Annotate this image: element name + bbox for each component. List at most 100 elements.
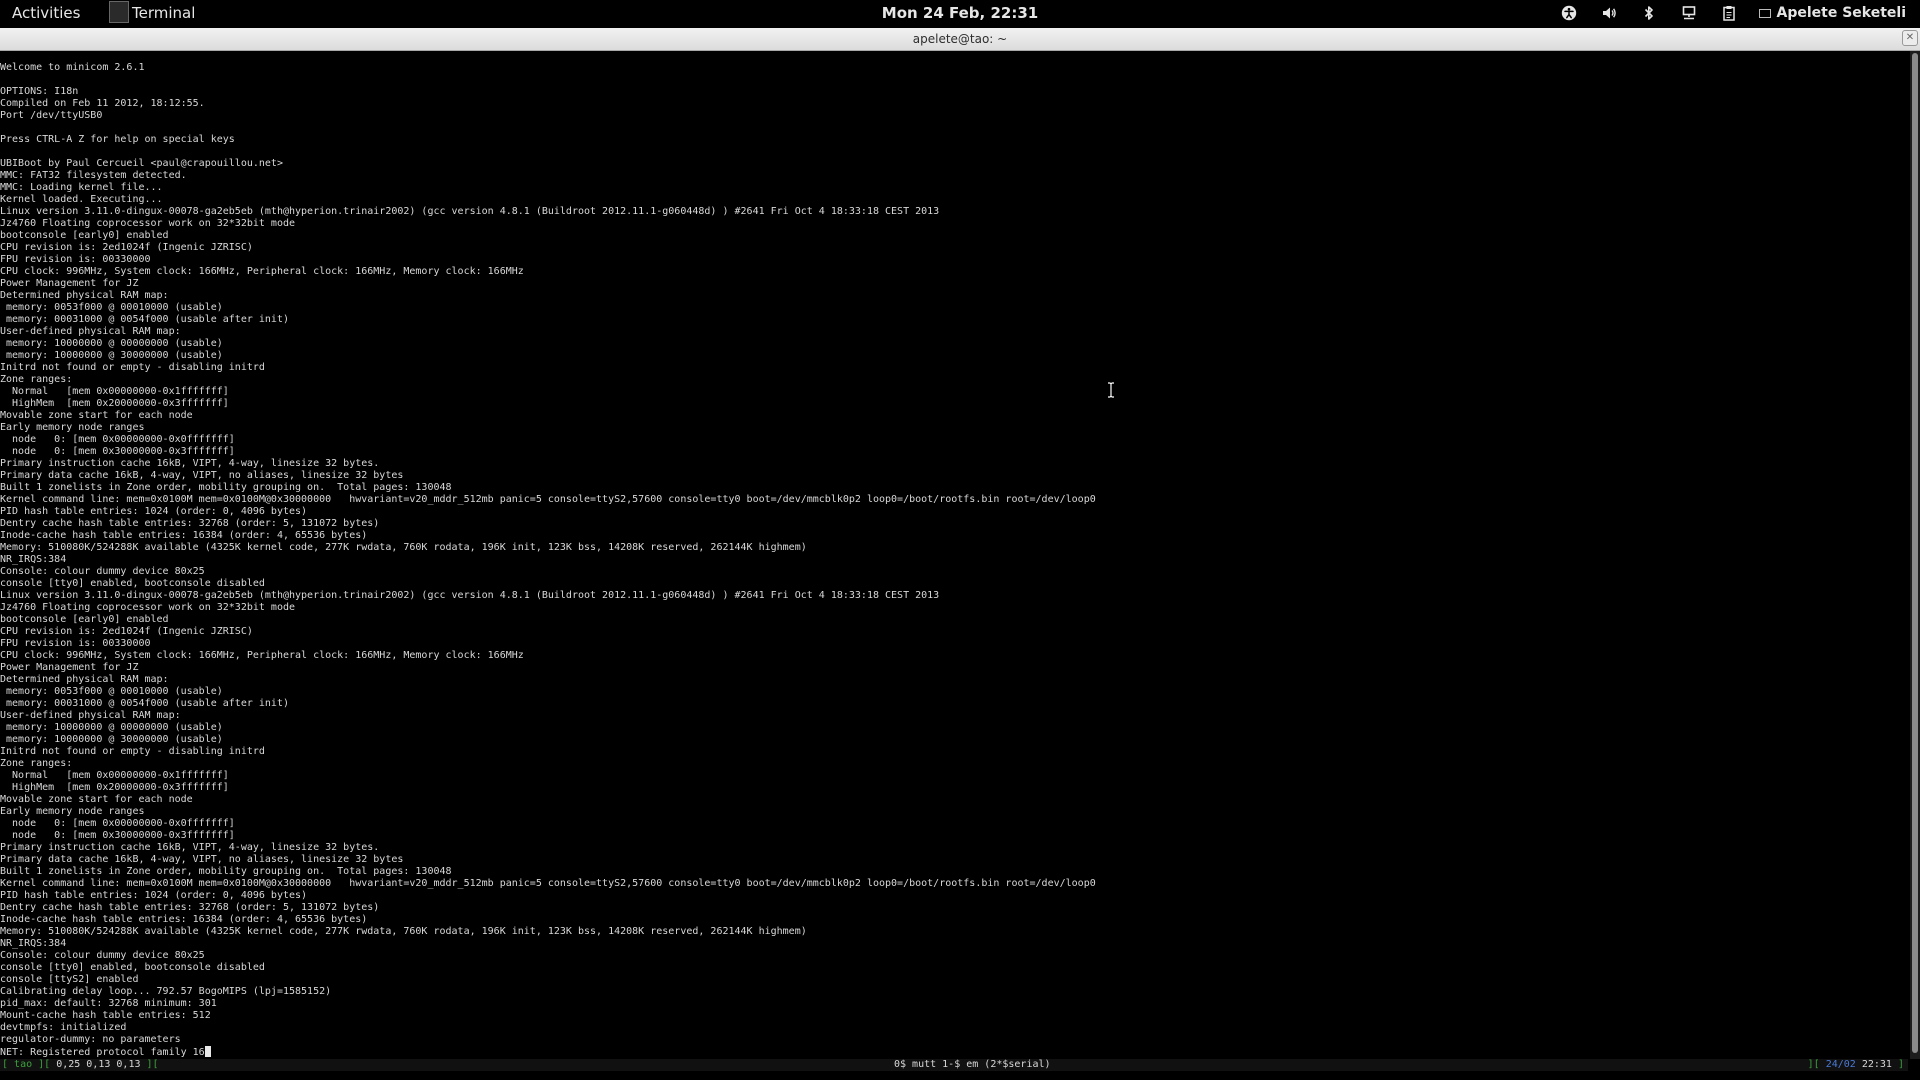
- terminal-line: Movable zone start for each node: [0, 794, 193, 805]
- terminal-line: node 0: [mem 0x30000000-0x3fffffff]: [0, 446, 235, 457]
- terminal-line: Memory: 510080K/524288K available (4325K…: [0, 542, 807, 553]
- terminal-line: Dentry cache hash table entries: 32768 (…: [0, 902, 380, 913]
- status-right: ][ 24/02 22:31 ]: [1807, 1059, 1904, 1070]
- terminal-line: memory: 00031000 @ 0054f000 (usable afte…: [0, 698, 289, 709]
- terminal-line: Normal [mem 0x00000000-0x1fffffff]: [0, 386, 229, 397]
- terminal-line: OPTIONS: I18n: [0, 86, 79, 97]
- terminal-line: Mount-cache hash table entries: 512: [0, 1010, 211, 1021]
- status-load: 0,25 0,13 0,13: [56, 1059, 141, 1070]
- terminal-line: UBIBoot by Paul Cercueil <paul@crapouill…: [0, 158, 283, 169]
- mouse-ibeam-icon: [1108, 382, 1114, 398]
- terminal-line: Movable zone start for each node: [0, 410, 193, 421]
- terminal-line: HighMem [mem 0x20000000-0x3fffffff]: [0, 782, 229, 793]
- terminal-line: Inode-cache hash table entries: 16384 (o…: [0, 530, 368, 541]
- chat-status-icon: [1758, 8, 1771, 18]
- terminal-line: Console: colour dummy device 80x25: [0, 566, 205, 577]
- terminal-line: Console: colour dummy device 80x25: [0, 950, 205, 961]
- terminal-line: Jz4760 Floating coprocessor work on 32*3…: [0, 602, 296, 613]
- window-titlebar[interactable]: apelete@tao: ~ ✕: [0, 28, 1920, 51]
- terminal-line: Normal [mem 0x00000000-0x1fffffff]: [0, 770, 229, 781]
- terminal-line: node 0: [mem 0x00000000-0x0fffffff]: [0, 434, 235, 445]
- terminal-scrollbar[interactable]: [1910, 51, 1920, 1059]
- status-left: [ tao ][ 0,25 0,13 0,13 ][: [2, 1059, 159, 1070]
- close-icon[interactable]: ✕: [1902, 30, 1918, 46]
- terminal-line: Linux version 3.11.0-dingux-00078-ga2eb5…: [0, 206, 940, 217]
- terminal-line: Kernel loaded. Executing...: [0, 194, 163, 205]
- terminal-line: NET: Registered protocol family 16: [0, 1046, 1908, 1058]
- terminal-line: Built 1 zonelists in Zone order, mobilit…: [0, 482, 452, 493]
- terminal-line: FPU revision is: 00330000: [0, 254, 151, 265]
- terminal-line: Determined physical RAM map:: [0, 674, 169, 685]
- terminal-line: Memory: 510080K/524288K available (4325K…: [0, 926, 807, 937]
- volume-icon[interactable]: [1599, 3, 1619, 23]
- terminal-line: CPU revision is: 2ed1024f (Ingenic JZRIS…: [0, 626, 253, 637]
- terminal-line: CPU clock: 996MHz, System clock: 166MHz,…: [0, 266, 524, 277]
- network-icon[interactable]: [1679, 3, 1699, 23]
- terminal-line: Primary data cache 16kB, 4-way, VIPT, no…: [0, 854, 404, 865]
- terminal-line: HighMem [mem 0x20000000-0x3fffffff]: [0, 398, 229, 409]
- terminal-line: regulator-dummy: no parameters: [0, 1034, 181, 1045]
- terminal-line: Linux version 3.11.0-dingux-00078-ga2eb5…: [0, 590, 940, 601]
- terminal-line: FPU revision is: 00330000: [0, 638, 151, 649]
- terminal-line: Calibrating delay loop... 792.57 BogoMIP…: [0, 986, 332, 997]
- terminal-line: memory: 00031000 @ 0054f000 (usable afte…: [0, 314, 289, 325]
- system-tray: Apelete Seketeli: [1539, 3, 1907, 23]
- accessibility-icon[interactable]: [1559, 3, 1579, 23]
- clipboard-icon[interactable]: [1719, 3, 1739, 23]
- terminal-line: Primary instruction cache 16kB, VIPT, 4-…: [0, 842, 380, 853]
- terminal-line: Welcome to minicom 2.6.1: [0, 62, 145, 73]
- terminal-line: Zone ranges:: [0, 758, 73, 769]
- terminal-line: Early memory node ranges: [0, 422, 145, 433]
- terminal-area[interactable]: Welcome to minicom 2.6.1 OPTIONS: I18n Com…: [0, 62, 1908, 1058]
- top-bar: Activities Terminal Mon 24 Feb, 22:31 Ap…: [0, 0, 1920, 28]
- terminal-line: NR_IRQS:384: [0, 554, 67, 565]
- terminal-line: console [tty0] enabled, bootconsole disa…: [0, 578, 265, 589]
- terminal-line: User-defined physical RAM map:: [0, 326, 181, 337]
- terminal-line: CPU revision is: 2ed1024f (Ingenic JZRIS…: [0, 242, 253, 253]
- status-date: 24/02: [1825, 1059, 1856, 1070]
- terminal-line: node 0: [mem 0x30000000-0x3fffffff]: [0, 830, 235, 841]
- terminal-line: devtmpfs: initialized: [0, 1022, 127, 1033]
- terminal-line: node 0: [mem 0x00000000-0x0fffffff]: [0, 818, 235, 829]
- user-name: Apelete Seketeli: [1776, 5, 1907, 21]
- terminal-line: Primary data cache 16kB, 4-way, VIPT, no…: [0, 470, 404, 481]
- terminal-line: pid_max: default: 32768 minimum: 301: [0, 998, 217, 1009]
- terminal-line: Early memory node ranges: [0, 806, 145, 817]
- terminal-line: PID hash table entries: 1024 (order: 0, …: [0, 506, 308, 517]
- terminal-line: bootconsole [early0] enabled: [0, 230, 169, 241]
- terminal-line: memory: 0053f000 @ 00010000 (usable): [0, 302, 223, 313]
- terminal-line: Kernel command line: mem=0x0100M mem=0x0…: [0, 878, 1096, 889]
- terminal-line: Power Management for JZ: [0, 278, 139, 289]
- screen-status-bar: [ tao ][ 0,25 0,13 0,13 ][ 0$ mutt 1-$ e…: [0, 1059, 1908, 1071]
- terminal-line: bootconsole [early0] enabled: [0, 614, 169, 625]
- terminal-line: memory: 0053f000 @ 00010000 (usable): [0, 686, 223, 697]
- terminal-line: Zone ranges:: [0, 374, 73, 385]
- terminal-line: CPU clock: 996MHz, System clock: 166MHz,…: [0, 650, 524, 661]
- status-windows: 0$ mutt 1-$ em (2*$serial): [894, 1059, 1051, 1070]
- terminal-line: memory: 10000000 @ 00000000 (usable): [0, 338, 223, 349]
- scrollbar-thumb[interactable]: [1912, 53, 1918, 1053]
- terminal-line: Built 1 zonelists in Zone order, mobilit…: [0, 866, 452, 877]
- terminal-line: Dentry cache hash table entries: 32768 (…: [0, 518, 380, 529]
- terminal-line: Primary instruction cache 16kB, VIPT, 4-…: [0, 458, 380, 469]
- bluetooth-icon[interactable]: [1639, 3, 1659, 23]
- terminal-line: memory: 10000000 @ 30000000 (usable): [0, 350, 223, 361]
- terminal-line: console [ttyS2] enabled: [0, 974, 139, 985]
- terminal-line: Press CTRL-A Z for help on special keys: [0, 134, 235, 145]
- terminal-line: Inode-cache hash table entries: 16384 (o…: [0, 914, 368, 925]
- user-menu[interactable]: Apelete Seketeli: [1758, 5, 1907, 21]
- terminal-line: Port /dev/ttyUSB0: [0, 110, 103, 121]
- terminal-line: NR_IRQS:384: [0, 938, 67, 949]
- terminal-line: User-defined physical RAM map:: [0, 710, 181, 721]
- terminal-line: MMC: FAT32 filesystem detected.: [0, 170, 187, 181]
- terminal-line: Determined physical RAM map:: [0, 290, 169, 301]
- terminal-line: Jz4760 Floating coprocessor work on 32*3…: [0, 218, 296, 229]
- text-cursor: [204, 1046, 211, 1057]
- terminal-line: memory: 10000000 @ 00000000 (usable): [0, 722, 223, 733]
- terminal-output: Welcome to minicom 2.6.1 OPTIONS: I18n Com…: [0, 62, 1908, 1058]
- terminal-line: Initrd not found or empty - disabling in…: [0, 746, 265, 757]
- terminal-line: Compiled on Feb 11 2012, 18:12:55.: [0, 98, 205, 109]
